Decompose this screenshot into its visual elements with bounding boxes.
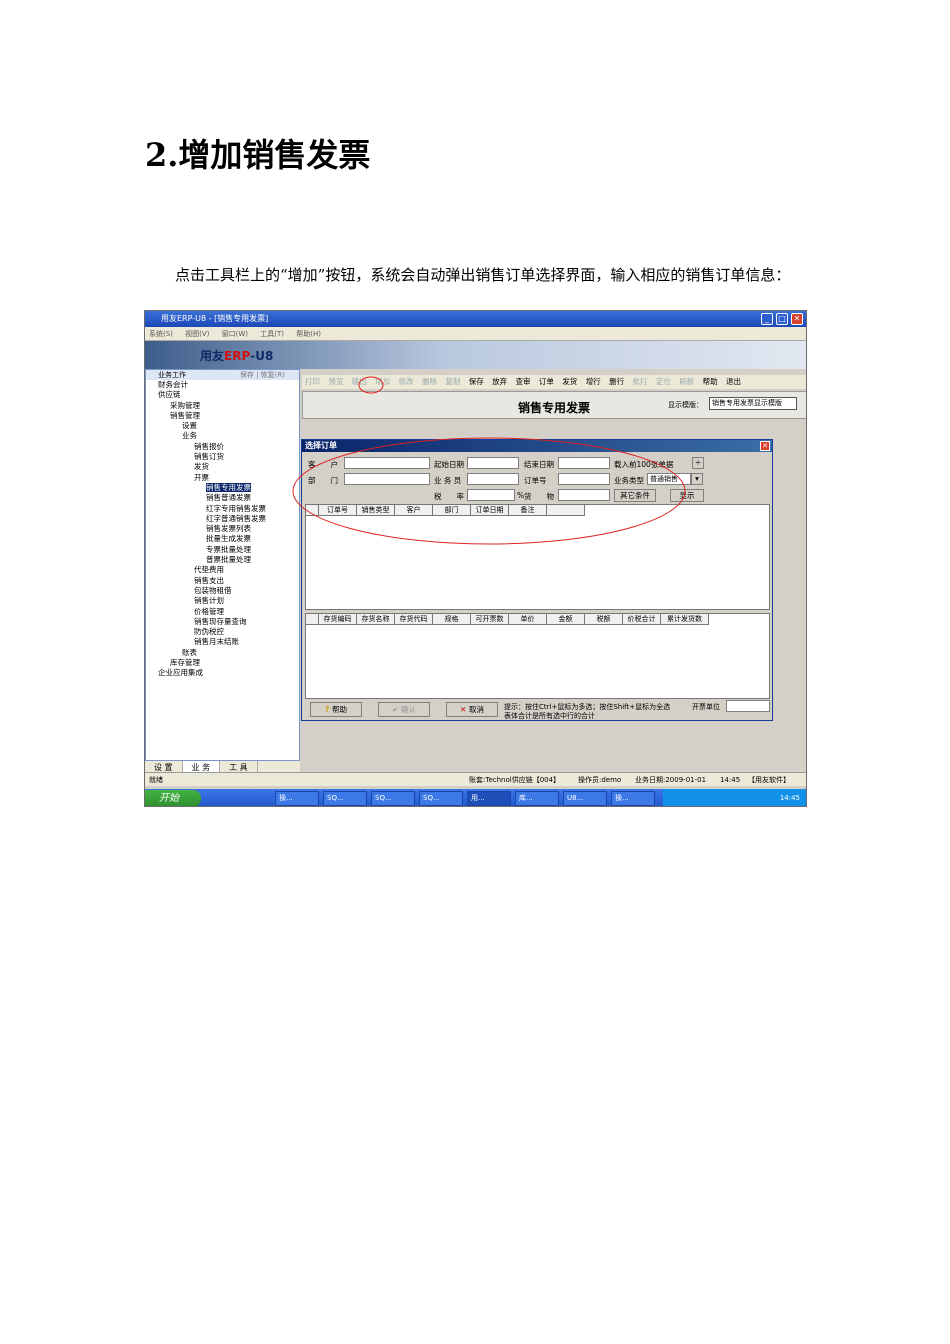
windows-taskbar: 开始 操... SQ... SQ... SQ... 用... 库... U8..…	[145, 789, 806, 806]
taskbar-task[interactable]: SQ...	[419, 791, 463, 806]
add-button-highlight	[358, 376, 384, 394]
status-biz-date: 业务日期:2009-01-01	[635, 776, 707, 784]
order-fields-highlight	[292, 437, 686, 545]
erp-screenshot: 用友ERP-U8 - [销售专用发票] _ □ ✕ 系统(S) 视图(V) 窗口…	[144, 310, 807, 807]
system-tray: 14:45	[663, 789, 806, 806]
status-company: 【用友软件】	[748, 776, 790, 784]
status-operator: 操作员:demo	[578, 776, 622, 784]
start-button[interactable]: 开始	[145, 790, 201, 806]
taskbar-task[interactable]: SQ...	[371, 791, 415, 806]
status-bar: 就绪 账套:Technol供应链【004】 操作员:demo 业务日期:2009…	[145, 772, 806, 786]
taskbar-task[interactable]: SQ...	[323, 791, 367, 806]
taskbar-task[interactable]: 库...	[515, 791, 559, 806]
section-heading: 2.增加销售发票	[145, 136, 371, 174]
taskbar-task-active[interactable]: 用...	[467, 791, 511, 806]
taskbar-task[interactable]: 操...	[275, 791, 319, 806]
taskbar-task[interactable]: 操...	[611, 791, 655, 806]
status-time: 14:45	[720, 776, 741, 784]
taskbar-task[interactable]: U8...	[563, 791, 607, 806]
tray-clock: 14:45	[779, 794, 800, 802]
annotation-overlay	[292, 376, 686, 545]
status-account: 账套:Technol供应链【004】	[469, 776, 561, 784]
status-ready: 就绪	[149, 776, 163, 784]
instruction-paragraph: 点击工具栏上的“增加”按钮，系统会自动弹出销售订单选择界面，输入相应的销售订单信…	[175, 266, 791, 284]
